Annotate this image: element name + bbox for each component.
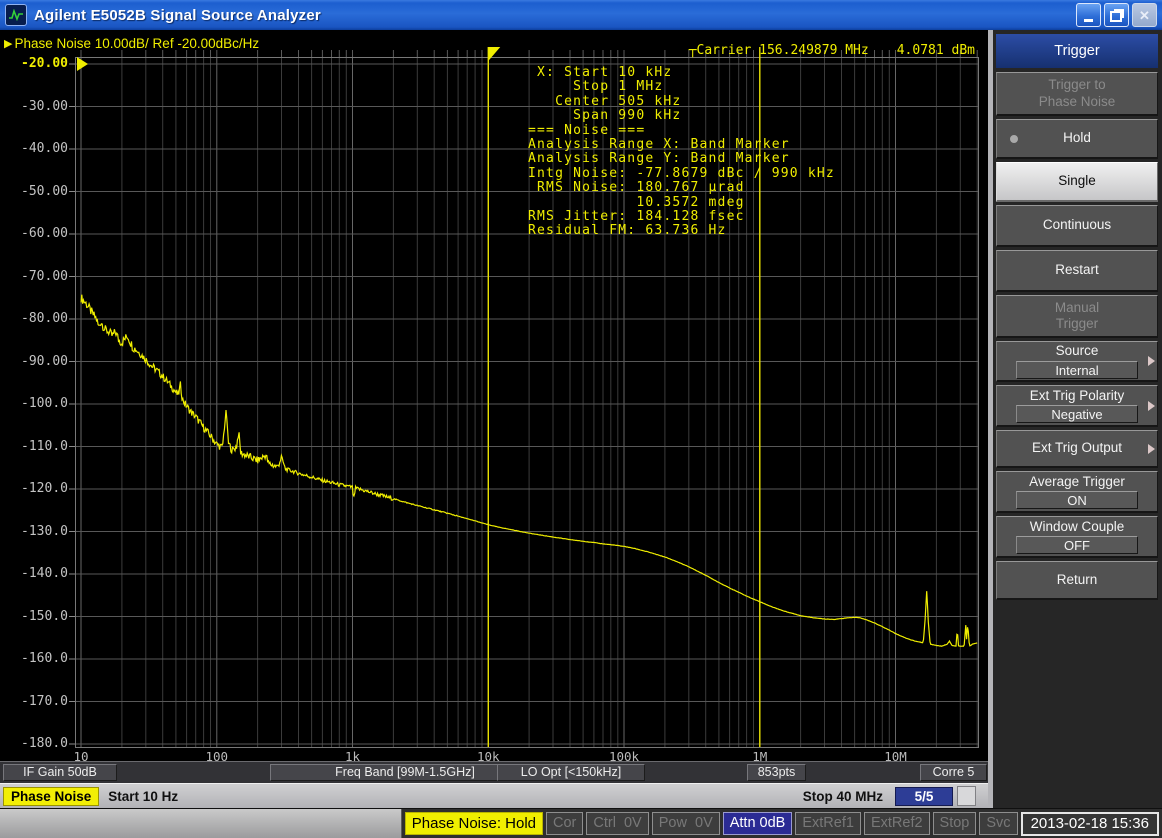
taskbar-indicator-extref2: ExtRef2: [864, 812, 930, 835]
menu-title: Trigger: [996, 34, 1158, 68]
y-axis-tick-label: -60.00: [4, 226, 68, 241]
taskbar-indicator-ctrl-0v: Ctrl 0V: [586, 812, 648, 835]
close-icon: ✕: [1139, 9, 1150, 22]
y-axis-tick-label: -90.00: [4, 354, 68, 369]
menu-button-continuous[interactable]: Continuous: [996, 205, 1158, 247]
status-item-corre-5: Corre 5: [920, 764, 987, 781]
restore-icon: [1110, 11, 1122, 22]
instrument-display: ▶ Phase Noise 10.00dB/ Ref -20.00dBc/Hz …: [0, 30, 988, 808]
menu-button-average-trigger[interactable]: Average TriggerON: [996, 471, 1158, 513]
menu-button-source[interactable]: SourceInternal: [996, 341, 1158, 382]
menu-button-label: Ext Trig Output: [1032, 440, 1122, 457]
menu-button-window-couple[interactable]: Window CoupleOFF: [996, 516, 1158, 558]
taskbar-indicator-svc: Svc: [979, 812, 1017, 835]
taskbar-indicator-phase-noise-hold: Phase Noise: Hold: [405, 812, 543, 835]
y-axis-tick-label: -130.0: [4, 524, 68, 539]
y-axis-tick-label: -20.00: [4, 56, 68, 71]
status-item-lo-opt-150khz: LO Opt [<150kHz]: [497, 764, 645, 781]
y-axis-tick-label: -30.00: [4, 99, 68, 114]
submenu-arrow-icon: [1148, 356, 1155, 366]
channel-status-bar: Phase Noise Start 10 Hz Stop 40 MHz 5/5: [0, 783, 988, 809]
waveform-icon: [9, 9, 23, 21]
channel-name-chip[interactable]: Phase Noise: [3, 787, 99, 806]
app-icon: [5, 4, 27, 26]
sweep-stop-readout: Stop 40 MHz: [803, 789, 883, 804]
minimize-button[interactable]: [1076, 3, 1101, 27]
taskbar-blank-area: [0, 809, 402, 838]
menu-button-label: Window Couple: [1030, 519, 1125, 536]
menu-button-label: Return: [1057, 572, 1098, 589]
window-title: Agilent E5052B Signal Source Analyzer: [34, 7, 1076, 24]
menu-button-label: Restart: [1055, 262, 1099, 279]
menu-button-value: Negative: [1016, 405, 1138, 423]
menu-button-label: Source: [1056, 343, 1099, 360]
menu-button-ext-trig-output[interactable]: Ext Trig Output: [996, 430, 1158, 468]
menu-button-label: Hold: [1063, 130, 1091, 147]
measurement-status-bar: IF Gain 50dBFreq Band [99M-1.5GHz]LO Opt…: [0, 761, 988, 783]
menu-button-value: OFF: [1016, 536, 1138, 554]
app-window: Agilent E5052B Signal Source Analyzer ✕ …: [0, 0, 1162, 838]
window-controls: ✕: [1076, 3, 1157, 27]
menu-button-value: Internal: [1016, 361, 1138, 379]
y-axis-tick-label: -110.0: [4, 439, 68, 454]
taskbar-indicator-cor: Cor: [546, 812, 583, 835]
menu-button-return[interactable]: Return: [996, 561, 1158, 600]
phase-noise-plot: [0, 30, 988, 808]
y-axis-tick-label: -70.00: [4, 269, 68, 284]
y-axis-tick-label: -80.00: [4, 311, 68, 326]
y-axis-tick-label: -160.0: [4, 651, 68, 666]
menu-button-label: Manual Trigger: [1055, 300, 1099, 333]
menu-button-label: Trigger to Phase Noise: [1039, 77, 1116, 110]
submenu-arrow-icon: [1148, 444, 1155, 454]
menu-button-single[interactable]: Single: [996, 162, 1158, 202]
menu-button-manual-trigger[interactable]: Manual Trigger: [996, 295, 1158, 338]
carrier-readout: ┬Carrier 156.249879 MHz 4.0781 dBm: [689, 43, 975, 58]
y-axis-tick-label: -170.0: [4, 694, 68, 709]
menu-button-label: Single: [1058, 173, 1096, 190]
submenu-arrow-icon: [1148, 401, 1155, 411]
menu-scroll-strip: [988, 30, 993, 808]
menu-button-trigger-to-phase-noise[interactable]: Trigger to Phase Noise: [996, 72, 1158, 116]
close-button[interactable]: ✕: [1132, 3, 1157, 27]
page-indicator: 5/5: [895, 787, 953, 806]
clock-indicator: 2013-02-18 15:36: [1021, 812, 1159, 836]
restore-button[interactable]: [1104, 3, 1129, 27]
y-axis-tick-label: -40.00: [4, 141, 68, 156]
menu-button-label: Average Trigger: [1029, 474, 1125, 491]
y-axis-tick-label: -120.0: [4, 481, 68, 496]
status-item-if-gain-50db: IF Gain 50dB: [3, 764, 117, 781]
menu-button-label: Ext Trig Polarity: [1030, 388, 1125, 405]
carrier-power: 4.0781 dBm: [897, 43, 975, 58]
y-axis-tick-label: -50.00: [4, 184, 68, 199]
taskbar-indicator-pow-0v: Pow 0V: [652, 812, 720, 835]
menu-button-value: ON: [1016, 491, 1138, 509]
page-spinner[interactable]: [957, 786, 976, 806]
taskbar-indicator-extref1: ExtRef1: [795, 812, 861, 835]
noise-analysis-readout: X: Start 10 kHz Stop 1 MHz Center 505 kH…: [528, 66, 835, 239]
menu-button-restart[interactable]: Restart: [996, 250, 1158, 292]
minimize-icon: [1084, 19, 1093, 22]
carrier-frequency: 156.249879 MHz: [759, 43, 869, 58]
trace-scale-header: ▶ Phase Noise 10.00dB/ Ref -20.00dBc/Hz: [4, 36, 259, 51]
y-axis-tick-label: -140.0: [4, 566, 68, 581]
system-taskbar: Phase Noise: HoldCorCtrl 0VPow 0VAttn 0d…: [0, 808, 1162, 838]
menu-button-hold[interactable]: Hold: [996, 119, 1158, 159]
y-axis-tick-label: -150.0: [4, 609, 68, 624]
menu-buttons: Trigger to Phase Noise Hold Single Continuo…: [996, 72, 1158, 600]
taskbar-indicators: Phase Noise: HoldCorCtrl 0VPow 0VAttn 0d…: [402, 812, 1162, 836]
title-bar: Agilent E5052B Signal Source Analyzer ✕: [0, 0, 1162, 30]
menu-button-label: Continuous: [1043, 217, 1111, 234]
taskbar-indicator-attn-0db: Attn 0dB: [723, 812, 793, 835]
y-axis-tick-label: -100.0: [4, 396, 68, 411]
selection-dot-icon: [1010, 135, 1018, 143]
sweep-start-readout: Start 10 Hz: [108, 789, 178, 804]
taskbar-indicator-stop: Stop: [933, 812, 977, 835]
softkey-menu-panel: Trigger Trigger to Phase Noise Hold Single…: [988, 30, 1162, 808]
status-item-853pts: 853pts: [747, 764, 806, 781]
carrier-marker-icon: ┬: [689, 43, 697, 58]
trace-select-arrow-icon: ▶: [4, 37, 12, 50]
trace-scale-text: Phase Noise 10.00dB/ Ref -20.00dBc/Hz: [14, 36, 259, 51]
menu-button-ext-trig-polarity[interactable]: Ext Trig PolarityNegative: [996, 385, 1158, 427]
carrier-label: Carrier: [697, 43, 752, 58]
